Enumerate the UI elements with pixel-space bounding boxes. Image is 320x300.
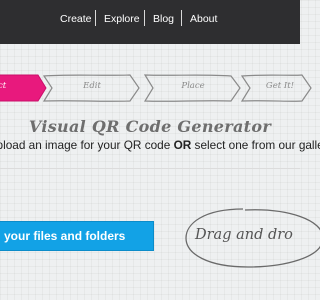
- nav-separator: [95, 10, 96, 26]
- subtitle-text: select one from our gallery: [191, 138, 320, 152]
- section-divider: [0, 168, 300, 169]
- top-navigation-bar: Create Explore Blog About: [0, 0, 300, 44]
- page-title: Visual QR Code Generator: [28, 117, 272, 136]
- step-edit[interactable]: Edit: [42, 74, 142, 102]
- wizard-steps: ct Edit Place Get It!: [0, 74, 312, 102]
- nav-separator: [144, 10, 145, 26]
- step-label: Place: [181, 81, 205, 91]
- drop-zone-label: Drag and dro: [195, 227, 293, 243]
- step-label: Get It!: [265, 81, 295, 91]
- step-select[interactable]: ct: [0, 74, 48, 102]
- browse-files-button[interactable]: your files and folders: [0, 221, 154, 251]
- step-label: Edit: [83, 81, 101, 91]
- step-get-it[interactable]: Get It!: [240, 74, 320, 102]
- nav-link-explore[interactable]: Explore: [104, 13, 140, 25]
- nav-separator: [181, 10, 182, 26]
- step-place[interactable]: Place: [143, 74, 243, 102]
- nav-link-blog[interactable]: Blog: [153, 13, 174, 25]
- subtitle-emphasis: OR: [173, 138, 192, 152]
- nav-link-create[interactable]: Create: [60, 13, 92, 25]
- nav-link-about[interactable]: About: [190, 13, 217, 25]
- subtitle-text: Upload an image for your QR code: [0, 138, 174, 152]
- drag-drop-zone[interactable]: Drag and dro: [183, 206, 320, 270]
- page-subtitle: Upload an image for your QR code OR sele…: [0, 138, 320, 152]
